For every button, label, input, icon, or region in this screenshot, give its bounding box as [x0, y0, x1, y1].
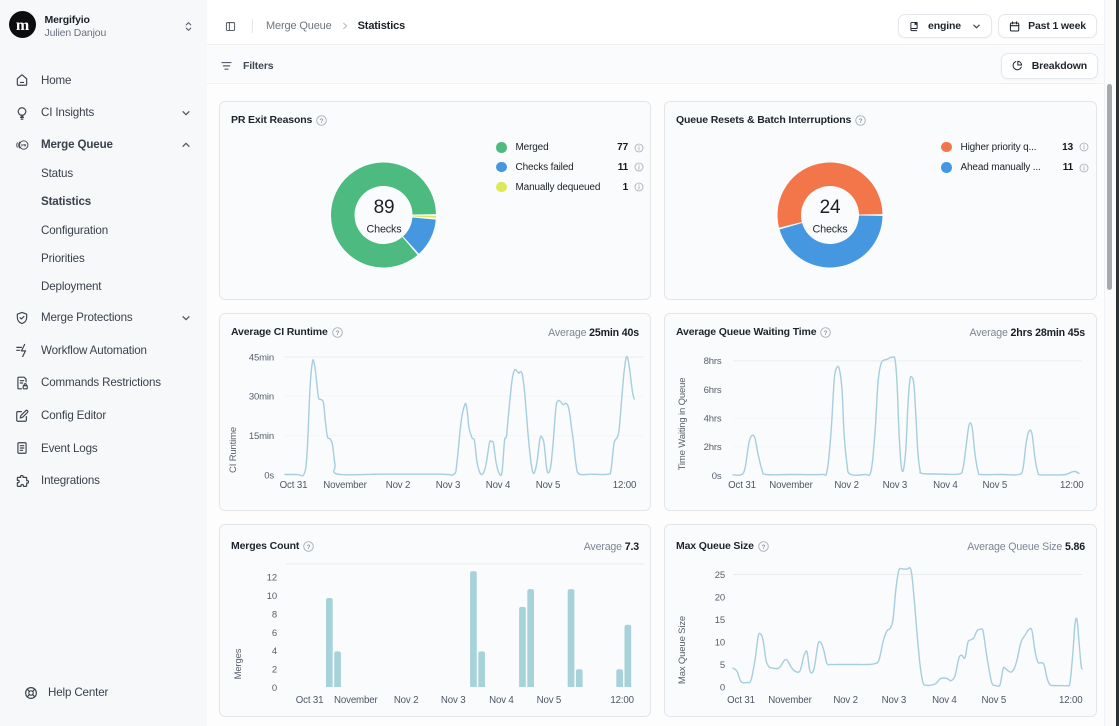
svg-text:Oct 31: Oct 31 [296, 695, 324, 706]
svg-text:4hrs: 4hrs [704, 414, 722, 425]
svg-text:Nov 4: Nov 4 [933, 480, 958, 491]
svg-text:PR: PR [21, 143, 26, 147]
svg-text:0s: 0s [712, 471, 722, 482]
svg-text:5: 5 [720, 660, 725, 671]
svg-text:Nov 5: Nov 5 [536, 480, 561, 491]
svg-text:Nov 3: Nov 3 [436, 480, 461, 491]
svg-text:15min: 15min [249, 431, 274, 442]
svg-text:89: 89 [374, 197, 395, 218]
svg-text:2: 2 [272, 665, 277, 676]
svg-text:25: 25 [715, 570, 725, 581]
svg-text:Time Waiting in Queue: Time Waiting in Queue [677, 378, 688, 471]
svg-text:12:00: 12:00 [610, 695, 634, 706]
svg-text:0: 0 [272, 683, 277, 694]
svg-text:Nov 3: Nov 3 [441, 695, 466, 706]
svg-text:Nov 4: Nov 4 [489, 695, 514, 706]
svg-text:Nov 3: Nov 3 [883, 480, 908, 491]
svg-text:20: 20 [715, 592, 725, 603]
svg-text:November: November [769, 480, 813, 491]
svg-text:8: 8 [272, 609, 277, 620]
svg-text:Nov 2: Nov 2 [834, 480, 859, 491]
svg-text:Oct 31: Oct 31 [727, 695, 755, 706]
svg-text:Nov 2: Nov 2 [386, 480, 411, 491]
svg-text:Merges: Merges [233, 648, 244, 679]
svg-text:Oct 31: Oct 31 [728, 480, 756, 491]
svg-text:Nov 5: Nov 5 [537, 695, 562, 706]
svg-text:4: 4 [272, 646, 277, 657]
svg-text:24: 24 [820, 197, 841, 218]
svg-text:6: 6 [272, 628, 277, 639]
svg-text:Nov 3: Nov 3 [882, 695, 907, 706]
svg-text:CI Runtime: CI Runtime [228, 427, 239, 473]
svg-text:2hrs: 2hrs [704, 442, 722, 453]
svg-text:Nov 4: Nov 4 [486, 480, 511, 491]
svg-text:Checks: Checks [366, 224, 402, 236]
svg-text:10: 10 [715, 637, 725, 648]
svg-text:Nov 5: Nov 5 [983, 480, 1008, 491]
svg-text:m: m [16, 17, 30, 34]
svg-text:12:00: 12:00 [1060, 480, 1084, 491]
svg-text:15: 15 [715, 615, 725, 626]
svg-text:Max Queue Size: Max Queue Size [677, 616, 688, 684]
svg-text:8hrs: 8hrs [704, 356, 722, 367]
svg-text:November: November [768, 695, 812, 706]
svg-text:November: November [323, 480, 367, 491]
svg-text:10: 10 [267, 591, 277, 602]
svg-text:Nov 2: Nov 2 [833, 695, 858, 706]
svg-text:30min: 30min [249, 392, 274, 403]
svg-text:November: November [334, 695, 378, 706]
svg-text:0: 0 [720, 682, 725, 693]
svg-text:Nov 5: Nov 5 [982, 695, 1007, 706]
svg-text:45min: 45min [249, 352, 274, 363]
svg-text:0s: 0s [264, 470, 274, 481]
svg-text:6hrs: 6hrs [704, 385, 722, 396]
svg-text:Nov 4: Nov 4 [932, 695, 957, 706]
svg-text:Nov 2: Nov 2 [394, 695, 419, 706]
svg-text:Oct 31: Oct 31 [280, 480, 308, 491]
svg-text:12: 12 [267, 572, 277, 583]
svg-text:Checks: Checks [812, 224, 848, 236]
svg-text:12:00: 12:00 [613, 480, 637, 491]
svg-text:12:00: 12:00 [1059, 695, 1083, 706]
